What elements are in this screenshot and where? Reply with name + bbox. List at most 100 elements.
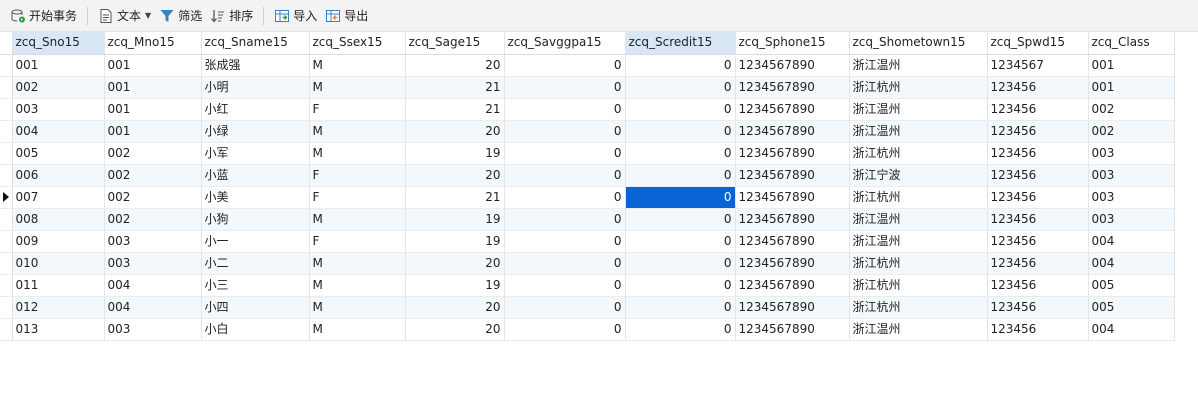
table-cell[interactable]: 123456 xyxy=(987,76,1089,99)
table-cell[interactable]: 小美 xyxy=(201,186,310,209)
table-cell[interactable]: 0 xyxy=(504,274,626,297)
table-cell[interactable]: 19 xyxy=(405,274,505,297)
table-cell[interactable]: 20 xyxy=(405,318,505,341)
table-cell[interactable]: 123456 xyxy=(987,98,1089,121)
table-cell[interactable]: 浙江温州 xyxy=(849,98,988,121)
table-cell[interactable]: 1234567890 xyxy=(735,296,850,319)
table-cell[interactable]: 010 xyxy=(12,252,105,275)
table-cell[interactable]: 0 xyxy=(625,142,736,165)
table-cell[interactable]: 19 xyxy=(405,208,505,231)
table-cell[interactable]: 0 xyxy=(625,54,736,77)
table-cell[interactable]: 20 xyxy=(405,120,505,143)
table-cell[interactable]: 003 xyxy=(104,252,202,275)
table-cell[interactable]: 002 xyxy=(104,142,202,165)
table-cell[interactable]: 002 xyxy=(104,208,202,231)
table-cell[interactable]: M xyxy=(309,208,406,231)
table-cell[interactable]: 浙江杭州 xyxy=(849,76,988,99)
column-header-scredit[interactable]: zcq_Scredit15 xyxy=(625,32,736,55)
table-cell[interactable]: 002 xyxy=(104,186,202,209)
row-header[interactable] xyxy=(0,54,13,77)
column-header-class[interactable]: zcq_Class xyxy=(1088,32,1175,55)
table-cell[interactable]: 21 xyxy=(405,98,505,121)
table-cell[interactable]: 123456 xyxy=(987,208,1089,231)
table-cell[interactable]: 004 xyxy=(1088,230,1175,253)
export-button[interactable]: 导出 xyxy=(321,4,372,28)
table-cell[interactable]: 001 xyxy=(104,120,202,143)
table-cell[interactable]: 001 xyxy=(1088,54,1175,77)
table-cell[interactable]: 005 xyxy=(1088,296,1175,319)
table-cell[interactable]: 浙江温州 xyxy=(849,318,988,341)
table-cell[interactable]: M xyxy=(309,76,406,99)
table-cell[interactable]: 小二 xyxy=(201,252,310,275)
row-header[interactable] xyxy=(0,120,13,143)
table-cell[interactable]: 012 xyxy=(12,296,105,319)
import-button[interactable]: 导入 xyxy=(270,4,321,28)
table-cell[interactable]: 003 xyxy=(1088,186,1175,209)
table-cell[interactable]: F xyxy=(309,186,406,209)
begin-transaction-button[interactable]: 开始事务 xyxy=(6,4,81,28)
table-cell[interactable]: 浙江杭州 xyxy=(849,274,988,297)
table-row[interactable]: 010 003 小二 M 20 0 0 1234567890 浙江杭州 123456 004 xyxy=(0,252,1175,275)
table-cell[interactable]: 1234567890 xyxy=(735,252,850,275)
table-cell[interactable]: 005 xyxy=(1088,274,1175,297)
sort-button[interactable]: 排序 xyxy=(206,4,257,28)
table-cell[interactable]: 小明 xyxy=(201,76,310,99)
table-cell[interactable]: 浙江杭州 xyxy=(849,252,988,275)
table-cell[interactable]: 013 xyxy=(12,318,105,341)
table-cell[interactable]: M xyxy=(309,120,406,143)
table-cell[interactable]: 0 xyxy=(504,230,626,253)
table-row[interactable]: 004 001 小绿 M 20 0 0 1234567890 浙江温州 123456 002 xyxy=(0,120,1175,143)
table-cell[interactable]: 0 xyxy=(625,274,736,297)
table-cell[interactable]: 浙江杭州 xyxy=(849,142,988,165)
table-cell[interactable]: 小军 xyxy=(201,142,310,165)
table-cell[interactable]: 1234567890 xyxy=(735,186,850,209)
table-cell[interactable]: 0 xyxy=(504,208,626,231)
table-cell[interactable]: 003 xyxy=(1088,208,1175,231)
table-cell[interactable]: 002 xyxy=(104,164,202,187)
table-cell[interactable]: 小白 xyxy=(201,318,310,341)
table-cell[interactable]: 张成强 xyxy=(201,54,310,77)
column-header-shometown[interactable]: zcq_Shometown15 xyxy=(849,32,988,55)
table-cell[interactable]: 小红 xyxy=(201,98,310,121)
table-cell[interactable]: 003 xyxy=(1088,142,1175,165)
table-cell[interactable]: M xyxy=(309,142,406,165)
table-cell[interactable]: 20 xyxy=(405,296,505,319)
table-cell[interactable]: 004 xyxy=(1088,318,1175,341)
table-cell[interactable]: 001 xyxy=(104,98,202,121)
table-cell[interactable]: 123456 xyxy=(987,120,1089,143)
table-cell[interactable]: 0 xyxy=(625,252,736,275)
table-cell[interactable]: 1234567 xyxy=(987,54,1089,77)
table-cell[interactable]: 浙江温州 xyxy=(849,120,988,143)
table-cell[interactable]: 0 xyxy=(504,98,626,121)
table-cell[interactable]: M xyxy=(309,296,406,319)
table-cell[interactable]: M xyxy=(309,318,406,341)
table-cell[interactable]: 0 xyxy=(625,230,736,253)
table-cell[interactable]: 小四 xyxy=(201,296,310,319)
table-cell[interactable]: M xyxy=(309,252,406,275)
table-cell[interactable]: 小蓝 xyxy=(201,164,310,187)
table-cell[interactable]: 19 xyxy=(405,230,505,253)
table-cell[interactable]: M xyxy=(309,54,406,77)
table-cell[interactable]: 1234567890 xyxy=(735,54,850,77)
column-header-sno[interactable]: zcq_Sno15 xyxy=(12,32,105,55)
table-cell[interactable]: 003 xyxy=(104,230,202,253)
table-cell[interactable]: 123456 xyxy=(987,252,1089,275)
table-row[interactable]: 007 002 小美 F 21 0 0 1234567890 浙江杭州 123456 003 xyxy=(0,186,1175,209)
table-cell[interactable]: 011 xyxy=(12,274,105,297)
table-cell[interactable]: 1234567890 xyxy=(735,318,850,341)
selected-cell[interactable]: 0 xyxy=(625,186,736,209)
table-cell[interactable]: 0 xyxy=(625,296,736,319)
table-cell[interactable]: 小一 xyxy=(201,230,310,253)
filter-button[interactable]: 筛选 xyxy=(155,4,206,28)
row-header[interactable] xyxy=(0,98,13,121)
table-cell[interactable]: 123456 xyxy=(987,230,1089,253)
table-cell[interactable]: 0 xyxy=(504,120,626,143)
table-cell[interactable]: 123456 xyxy=(987,164,1089,187)
table-cell[interactable]: 123456 xyxy=(987,296,1089,319)
table-cell[interactable]: 005 xyxy=(12,142,105,165)
table-row[interactable]: 012 004 小四 M 20 0 0 1234567890 浙江杭州 123456 005 xyxy=(0,296,1175,319)
table-cell[interactable]: 21 xyxy=(405,76,505,99)
table-cell[interactable]: 004 xyxy=(1088,252,1175,275)
table-cell[interactable]: 1234567890 xyxy=(735,164,850,187)
table-cell[interactable]: 0 xyxy=(625,98,736,121)
